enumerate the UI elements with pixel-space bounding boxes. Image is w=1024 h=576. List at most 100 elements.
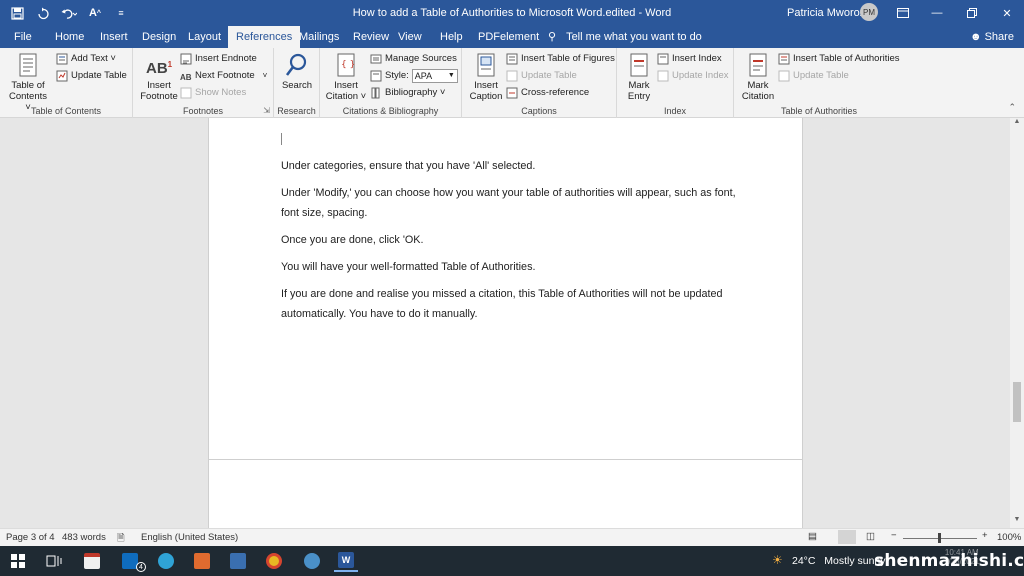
task-view-icon[interactable]: [42, 550, 66, 572]
word-count[interactable]: 483 words: [62, 532, 106, 543]
update-table-button[interactable]: Update Table: [56, 68, 127, 84]
scrollbar-thumb[interactable]: [1013, 382, 1021, 422]
style-selector[interactable]: Style: APA ▼: [370, 68, 458, 84]
insert-footnote-label-2: Footnote: [140, 91, 178, 102]
collapse-ribbon-icon[interactable]: ⌃: [1008, 102, 1016, 113]
insert-index-label: Insert Index: [672, 53, 722, 64]
tab-layout[interactable]: Layout: [188, 26, 221, 48]
edge-icon[interactable]: [154, 550, 178, 572]
tab-help[interactable]: Help: [440, 26, 463, 48]
avatar[interactable]: PM: [860, 3, 878, 21]
tab-file[interactable]: File: [14, 26, 32, 48]
zoom-level[interactable]: 100%: [997, 532, 1021, 543]
insert-index-icon: [657, 53, 669, 65]
tab-review[interactable]: Review: [353, 26, 389, 48]
vertical-scrollbar[interactable]: ▲ ▼: [1010, 118, 1024, 528]
manage-sources-button[interactable]: Manage Sources: [370, 51, 457, 67]
mark-entry-icon: [626, 52, 652, 78]
vpn-icon[interactable]: [300, 550, 324, 572]
paragraph-2[interactable]: Under 'Modify,' you can choose how you w…: [281, 184, 741, 223]
mark-citation-label-2: Citation: [741, 91, 775, 102]
insert-index-button[interactable]: Insert Index: [657, 51, 722, 67]
mail-badge: 4: [136, 562, 146, 572]
zoom-out-icon[interactable]: −: [891, 530, 897, 541]
calculator-icon[interactable]: [226, 550, 250, 572]
group-label-citations: Citations & Bibliography: [342, 106, 439, 116]
paragraph-3[interactable]: Once you are done, click 'OK.: [281, 231, 741, 251]
document-list-icon: [15, 52, 41, 78]
bibliography-button[interactable]: Bibliography ˅: [370, 85, 445, 101]
insert-caption-button[interactable]: Insert Caption: [466, 52, 506, 102]
mail-icon[interactable]: 4: [118, 550, 146, 572]
language-status[interactable]: English (United States): [141, 532, 238, 543]
proofing-icon[interactable]: 🗎: [117, 531, 125, 547]
group-label-captions: Captions: [521, 106, 557, 116]
web-layout-icon[interactable]: ◫: [866, 531, 875, 542]
tab-mailings[interactable]: Mailings: [299, 26, 339, 48]
toa-update-table-button[interactable]: Update Table: [778, 68, 849, 84]
scroll-up-icon[interactable]: ▲: [1010, 118, 1024, 130]
read-mode-icon[interactable]: ▤: [808, 531, 817, 542]
group-table-of-authorities: Mark Citation Insert Table of Authoritie…: [734, 48, 904, 118]
page-count[interactable]: Page 3 of 4: [6, 532, 55, 543]
cross-reference-button[interactable]: Cross-reference: [506, 85, 589, 101]
insert-citation-button[interactable]: { } Insert Citation ˅: [324, 52, 368, 102]
table-of-contents-button[interactable]: Table of Contents ˅: [6, 52, 50, 113]
show-notes-button[interactable]: Show Notes: [180, 85, 246, 101]
insert-footnote-button[interactable]: AB1 Insert Footnote: [137, 52, 181, 102]
mark-entry-button[interactable]: Mark Entry: [621, 52, 657, 102]
ribbon-tabs: File Home Insert Design Layout Reference…: [0, 26, 1024, 48]
tab-pdfelement[interactable]: PDFelement: [478, 26, 539, 48]
dropdown-arrow-icon: ▼: [447, 72, 455, 79]
word-taskbar-icon[interactable]: W: [334, 550, 358, 572]
tab-view[interactable]: View: [398, 26, 422, 48]
add-text-button[interactable]: Add Text ˅: [56, 51, 116, 67]
citation-icon: { }: [333, 52, 359, 78]
ribbon-display-icon[interactable]: [886, 0, 920, 26]
weather-widget[interactable]: 24°C Mostly sunny: [792, 555, 886, 567]
store-icon[interactable]: [80, 550, 104, 572]
zoom-slider-thumb[interactable]: [938, 533, 941, 543]
print-layout-icon[interactable]: [838, 530, 856, 544]
restore-icon[interactable]: [955, 0, 989, 26]
document-canvas[interactable]: Under categories, ensure that you have '…: [0, 118, 1010, 528]
paragraph-5[interactable]: If you are done and realise you missed a…: [281, 285, 741, 324]
watermark: shenmazhishi.com: [874, 551, 1024, 571]
tab-insert[interactable]: Insert: [100, 26, 128, 48]
chrome-icon[interactable]: [262, 550, 286, 572]
next-footnote-button[interactable]: AB Next Footnote ˅: [180, 68, 267, 84]
insert-endnote-button[interactable]: Insert Endnote: [180, 51, 257, 67]
tab-references[interactable]: References: [228, 26, 301, 48]
search-button[interactable]: Search: [278, 52, 316, 91]
tab-home[interactable]: Home: [55, 26, 84, 48]
mark-citation-label-1: Mark: [747, 80, 769, 91]
toa-update-label: Update Table: [793, 70, 849, 81]
share-button[interactable]: ☻ Share: [970, 26, 1014, 48]
style-dropdown[interactable]: APA ▼: [411, 69, 458, 83]
chevron-down-icon: ˅: [262, 71, 268, 80]
paragraph-4[interactable]: You will have your well-formatted Table …: [281, 258, 741, 278]
minimize-icon[interactable]: —: [920, 0, 954, 26]
paragraph-1[interactable]: Under categories, ensure that you have '…: [281, 157, 741, 177]
zoom-in-icon[interactable]: +: [982, 530, 988, 541]
insert-caption-label-1: Insert: [474, 80, 498, 91]
close-icon[interactable]: ✕: [990, 0, 1024, 26]
scroll-down-icon[interactable]: ▼: [1010, 516, 1024, 528]
insert-footnote-label-1: Insert: [147, 80, 171, 91]
photos-icon[interactable]: [190, 550, 214, 572]
next-document-page[interactable]: [208, 459, 803, 528]
mark-citation-button[interactable]: Mark Citation: [738, 52, 778, 102]
taskbar: 4 W ☀ 24°C Mostly sunny 10:41 AM 7/28/20…: [0, 546, 1024, 576]
captions-update-table-button[interactable]: Update Table: [506, 68, 577, 84]
dialog-launcher-icon[interactable]: ⇲: [263, 106, 270, 115]
table-of-authorities-icon: [778, 53, 790, 65]
insert-table-of-authorities-button[interactable]: Insert Table of Authorities: [778, 51, 900, 67]
table-of-figures-icon: [506, 53, 518, 65]
user-name[interactable]: Patricia Mworozi: [787, 7, 868, 19]
tell-me-box[interactable]: ⚲ Tell me what you want to do: [548, 26, 702, 48]
insert-table-of-figures-button[interactable]: Insert Table of Figures: [506, 51, 615, 67]
tab-design[interactable]: Design: [142, 26, 176, 48]
windows-start-icon[interactable]: [6, 550, 30, 572]
svg-text:{ }: { }: [341, 60, 355, 70]
update-index-button[interactable]: Update Index: [657, 68, 729, 84]
